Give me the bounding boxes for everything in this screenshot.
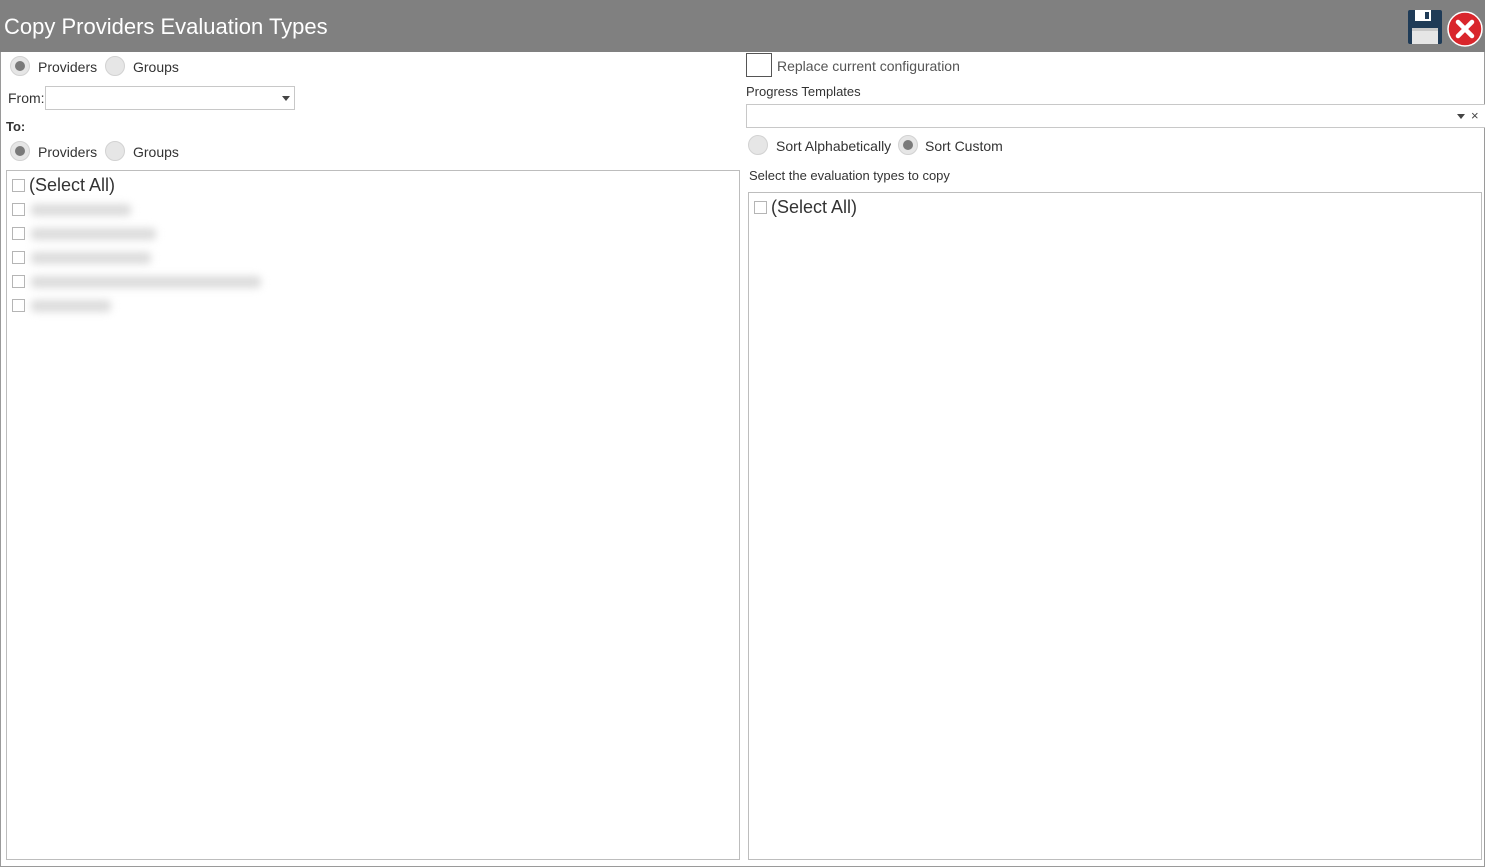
providers-list[interactable]: (Select All) [6,170,740,860]
dialog-title: Copy Providers Evaluation Types [4,14,328,39]
close-icon [1447,11,1483,47]
chevron-down-icon[interactable] [1457,114,1465,119]
replace-configuration-checkbox[interactable] [746,53,772,77]
sort-custom-label: Sort Custom [925,138,1003,154]
list-item-checkbox[interactable] [12,251,25,264]
list-item-checkbox[interactable] [12,299,25,312]
save-button[interactable] [1407,9,1443,45]
chevron-down-icon [282,96,290,101]
from-providers-label: Providers [38,59,98,75]
progress-templates-dropdown[interactable]: × [746,104,1485,128]
clear-icon[interactable]: × [1471,108,1479,123]
sort-alphabetically-radio[interactable] [748,135,768,155]
to-providers-radio[interactable] [10,141,30,161]
from-providers-radio[interactable] [10,56,30,76]
list-item-redacted [31,276,261,288]
list-item-redacted [31,252,151,264]
list-item-checkbox[interactable] [12,203,25,216]
list-item-redacted [31,228,156,240]
to-providers-label: Providers [38,144,98,160]
to-groups-radio[interactable] [105,141,125,161]
close-button[interactable] [1447,11,1483,47]
to-groups-label: Groups [133,144,179,160]
to-label: To: [6,119,26,134]
from-groups-label: Groups [133,59,179,75]
sort-custom-radio[interactable] [898,135,918,155]
select-all-label: (Select All) [29,175,116,195]
from-label: From: [8,90,45,106]
eval-select-all-label: (Select All) [771,197,858,217]
from-dropdown[interactable] [45,86,295,110]
list-item-checkbox[interactable] [12,275,25,288]
select-all-checkbox[interactable] [12,179,25,192]
sort-alphabetically-label: Sort Alphabetically [776,138,892,154]
replace-configuration-label: Replace current configuration [777,58,960,74]
list-item-redacted [31,300,111,312]
evaluation-types-list[interactable]: (Select All) [748,192,1482,860]
list-item-checkbox[interactable] [12,227,25,240]
progress-templates-label: Progress Templates [746,84,861,99]
title-bar: Copy Providers Evaluation Types [0,0,1485,52]
save-icon [1408,10,1442,44]
from-groups-radio[interactable] [105,56,125,76]
evaluation-types-label: Select the evaluation types to copy [749,168,950,183]
list-item-redacted [31,204,131,216]
eval-select-all-checkbox[interactable] [754,201,767,214]
